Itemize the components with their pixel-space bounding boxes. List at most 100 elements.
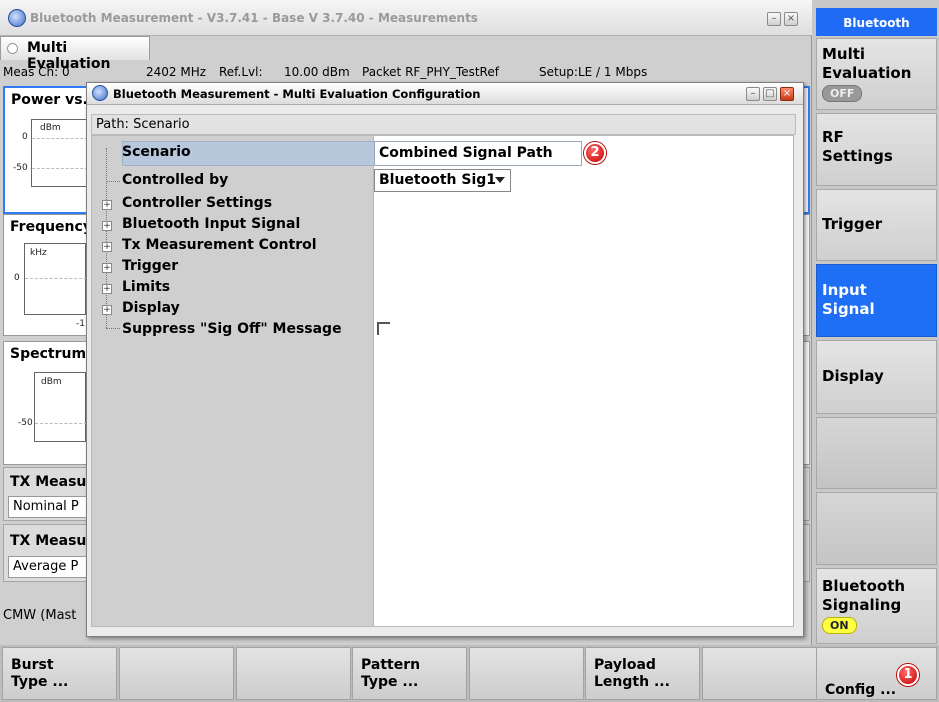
power-tick-bottom: -50 [13, 163, 28, 173]
tree-item-tx-measurement-control[interactable]: Tx Measurement Control [122, 237, 317, 253]
softkey-payload-length[interactable]: Payload Length ... [585, 647, 700, 700]
callout-badge-1: 1 [897, 664, 919, 686]
softkey-trigger[interactable]: Trigger [816, 189, 937, 261]
grid-line [32, 138, 88, 139]
frequency-tick-bottom: -1 [76, 319, 85, 329]
power-plot: dBm [31, 119, 88, 187]
tree-item-suppress-sig-off[interactable]: Suppress "Sig Off" Message [122, 321, 342, 337]
expand-icon[interactable]: + [102, 263, 112, 273]
controlled-by-value: Bluetooth Sig1 [379, 172, 497, 188]
window-title: Bluetooth Measurement - V3.7.41 - Base V… [30, 11, 478, 25]
tree-item-controlled-by[interactable]: Controlled by [122, 172, 228, 188]
frequency-unit-label: kHz [30, 248, 47, 258]
tree-item-display[interactable]: Display [122, 300, 180, 316]
path-bar: Path: Scenario [91, 114, 796, 135]
tx-meas-1-field: Nominal P [8, 496, 88, 518]
close-icon[interactable]: × [784, 12, 798, 26]
softkey-bottom-empty-3[interactable] [469, 647, 584, 700]
expand-icon[interactable]: + [102, 242, 112, 252]
tree-item-limits[interactable]: Limits [122, 279, 170, 295]
softkey-header: Bluetooth [816, 8, 937, 36]
path-value: Scenario [133, 117, 190, 132]
window-titlebar: Bluetooth Measurement - V3.7.41 - Base V… [0, 0, 812, 36]
setup-info: Setup:LE / 1 Mbps [539, 65, 648, 79]
path-label: Path: [96, 117, 129, 132]
spectrum-panel-title: Spectrum [10, 346, 87, 362]
frequency-tick-mid: 0 [14, 273, 20, 283]
tx-meas-1-title: TX Measu [10, 474, 87, 490]
grid-line [35, 423, 87, 424]
scenario-value-field[interactable]: Combined Signal Path [374, 141, 582, 166]
softkey-trigger-label: Trigger [822, 215, 883, 233]
dialog-title: Bluetooth Measurement - Multi Evaluation… [113, 87, 481, 101]
tree-line [106, 328, 120, 329]
softkey-rf-settings-label: RF Settings [822, 128, 893, 165]
softkey-pattern-type[interactable]: Pattern Type ... [352, 647, 467, 700]
softkey-bottom-empty-4[interactable] [702, 647, 817, 700]
softkey-bottom-empty-2[interactable] [236, 647, 351, 700]
softkey-display-label: Display [822, 367, 884, 385]
frequency-value: 2402 MHz [146, 65, 207, 79]
softkey-multi-evaluation-label: Multi Evaluation [822, 45, 912, 82]
config-values: Combined Signal Path 2 Bluetooth Sig1 [374, 135, 794, 627]
softkey-bluetooth-signaling-label: Bluetooth Signaling [822, 577, 906, 614]
controlled-by-select[interactable]: Bluetooth Sig1 [374, 169, 511, 192]
multi-evaluation-state-badge: OFF [822, 85, 863, 102]
softkey-empty-1[interactable] [816, 417, 937, 489]
softkey-display[interactable]: Display [816, 340, 937, 414]
softkey-multi-evaluation[interactable]: Multi Evaluation OFF [816, 38, 937, 110]
meas-channel: Meas Ch: 0 [3, 65, 70, 79]
tx-meas-2-title: TX Measu [10, 533, 87, 549]
suppress-sig-off-checkbox[interactable] [377, 322, 390, 335]
power-unit-label: dBm [40, 123, 61, 133]
tree-line [106, 148, 107, 328]
packet-info: Packet RF_PHY_TestRef [362, 65, 499, 79]
frequency-plot: kHz [24, 243, 87, 315]
status-text: CMW (Mast [3, 608, 77, 623]
ref-level-value: 10.00 dBm [284, 65, 350, 79]
frequency-panel-title: Frequency [10, 219, 92, 235]
dialog-close-icon[interactable]: × [780, 87, 794, 101]
softkey-input-signal[interactable]: Input Signal [816, 264, 937, 337]
ref-level-label: Ref.Lvl: [219, 65, 263, 79]
grid-line [25, 278, 87, 279]
softkey-bottom-empty-1[interactable] [119, 647, 234, 700]
spectrum-plot: dBm [34, 372, 87, 442]
expand-icon[interactable]: + [102, 284, 112, 294]
tree-item-scenario[interactable]: Scenario [122, 144, 191, 160]
softkey-input-signal-label: Input Signal [822, 281, 875, 318]
callout-badge-2: 2 [584, 142, 606, 164]
app-logo-icon [8, 9, 26, 27]
expand-icon[interactable]: + [102, 305, 112, 315]
expand-icon[interactable]: + [102, 200, 112, 210]
tree-item-bluetooth-input-signal[interactable]: Bluetooth Input Signal [122, 216, 300, 232]
softkey-config-label: Config ... [825, 682, 897, 698]
measurement-info-row: Meas Ch: 0 2402 MHz Ref.Lvl: 10.00 dBm P… [0, 62, 812, 82]
power-tick-top: 0 [22, 132, 28, 142]
tab-status-icon [7, 43, 18, 54]
expand-icon[interactable]: + [102, 221, 112, 231]
spectrum-tick-bottom: -50 [18, 418, 33, 428]
configuration-dialog: Bluetooth Measurement - Multi Evaluation… [86, 82, 804, 637]
tx-meas-2-field: Average P [8, 556, 88, 578]
minimize-icon[interactable]: – [767, 12, 781, 26]
tree-line [106, 181, 120, 182]
right-softkey-panel: Bluetooth Multi Evaluation OFF RF Settin… [812, 0, 939, 645]
softkey-bluetooth-signaling[interactable]: Bluetooth Signaling ON [816, 568, 937, 644]
softkey-rf-settings[interactable]: RF Settings [816, 113, 937, 186]
dialog-logo-icon [92, 85, 108, 101]
dialog-maximize-icon[interactable]: □ [763, 87, 777, 101]
softkey-burst-type[interactable]: Burst Type ... [2, 647, 117, 700]
dialog-minimize-icon[interactable]: – [746, 87, 760, 101]
tree-item-trigger[interactable]: Trigger [122, 258, 178, 274]
dialog-titlebar[interactable]: Bluetooth Measurement - Multi Evaluation… [87, 83, 803, 105]
power-panel-title: Power vs. [11, 92, 88, 108]
spectrum-unit-label: dBm [41, 377, 62, 387]
tree-item-controller-settings[interactable]: Controller Settings [122, 195, 272, 211]
bluetooth-signaling-state-badge: ON [822, 617, 857, 634]
tab-multi-evaluation[interactable]: Multi Evaluation [0, 36, 150, 72]
grid-line [32, 168, 88, 169]
softkey-empty-2[interactable] [816, 492, 937, 565]
bottom-softkey-bar: Burst Type ... Pattern Type ... Payload … [0, 645, 939, 702]
config-tree: Scenario Controlled by + Controller Sett… [91, 135, 376, 627]
